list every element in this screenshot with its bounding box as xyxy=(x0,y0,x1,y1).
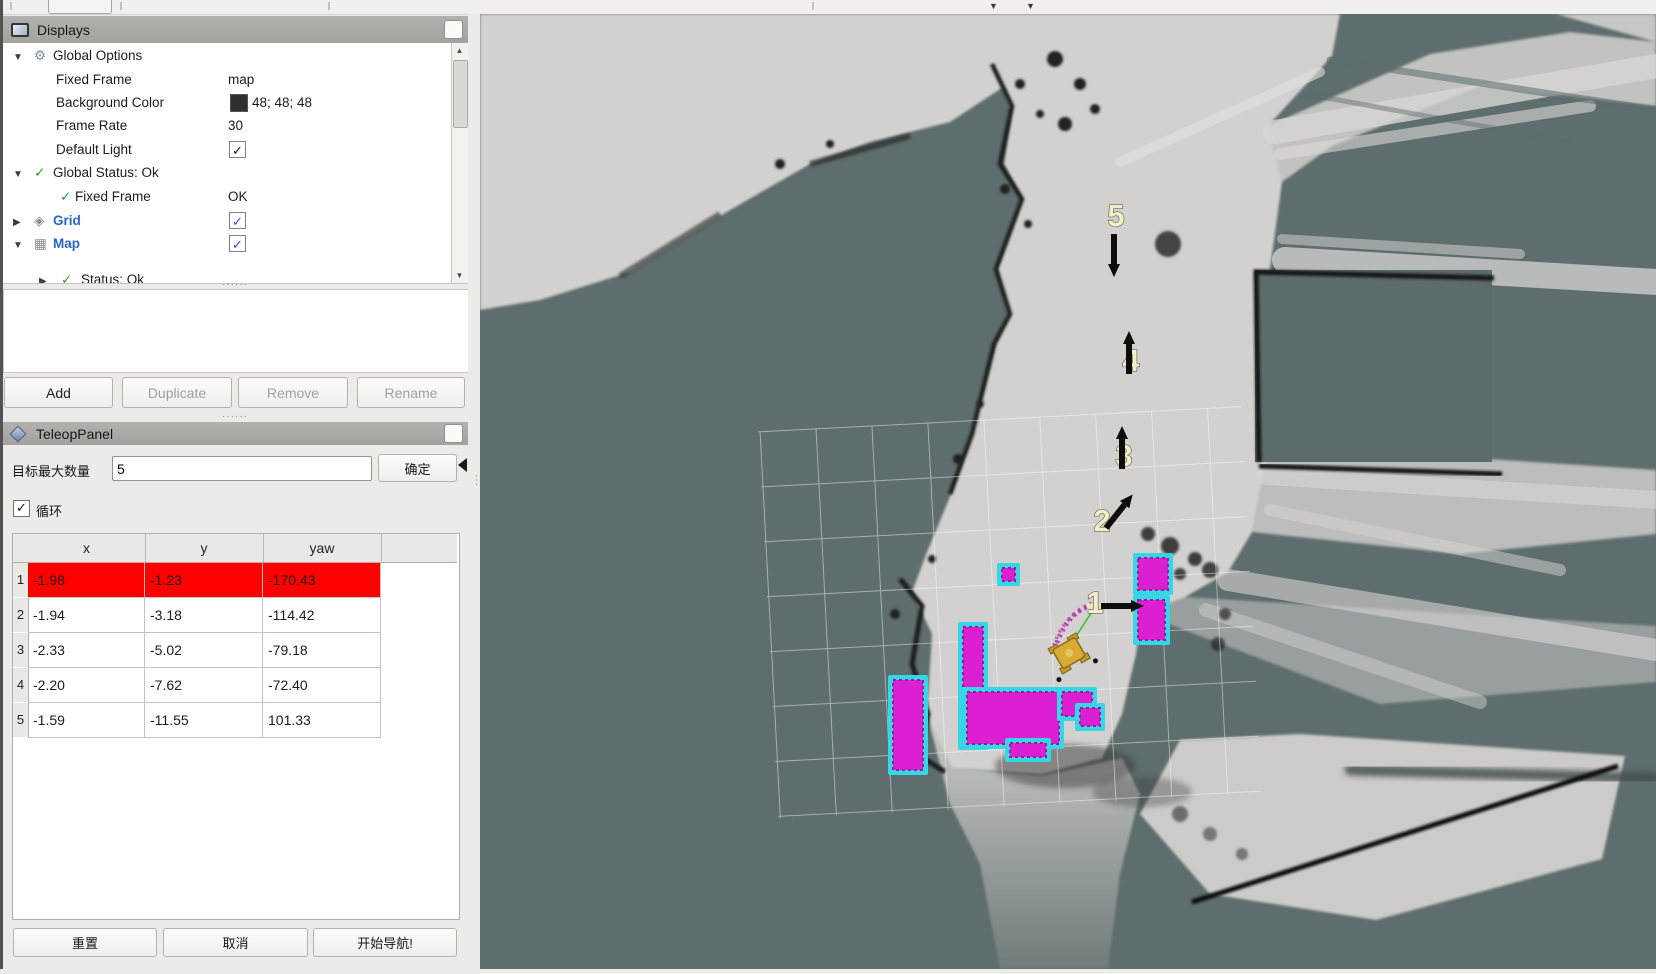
checkbox[interactable]: ✓ xyxy=(229,141,246,158)
add-button[interactable]: Add xyxy=(4,377,113,408)
cell-y[interactable]: -7.62 xyxy=(145,668,263,703)
column-header-yaw[interactable]: yaw xyxy=(263,534,382,562)
loop-checkbox[interactable]: ✓ xyxy=(13,500,30,517)
toolbar-icon xyxy=(10,2,12,10)
waypoint-number: 1 xyxy=(1086,585,1103,620)
tree-row-default-light[interactable]: Default Light ✓ xyxy=(3,138,448,162)
max-targets-input[interactable] xyxy=(112,456,372,481)
cell-y[interactable]: -5.02 xyxy=(145,633,263,668)
map-dark-fuzz xyxy=(1092,777,1192,807)
reset-button[interactable]: 重置 xyxy=(13,928,157,957)
teleop-panel-title: TeleopPanel xyxy=(36,426,113,442)
map-icon: ▦ xyxy=(34,235,47,253)
cell-x[interactable]: -2.33 xyxy=(28,633,145,668)
tree-row-grid[interactable]: ▶◈ Grid ✓ xyxy=(3,209,448,233)
loop-checkbox-label: 循环 xyxy=(36,501,62,520)
checkbox[interactable]: ✓ xyxy=(229,235,246,252)
toolbar-partial-button[interactable] xyxy=(48,0,112,14)
cell-x[interactable]: -1.59 xyxy=(28,703,145,738)
column-header-y[interactable]: y xyxy=(145,534,264,562)
row-number[interactable]: 4 xyxy=(13,668,29,702)
cell-y[interactable]: -3.18 xyxy=(145,598,263,633)
row-number[interactable]: 3 xyxy=(13,633,29,667)
displays-panel-title: Displays xyxy=(37,22,90,38)
map-enclosed-room xyxy=(1255,270,1502,474)
toolbar-separator xyxy=(120,2,122,10)
tree-row-global-status-ok[interactable]: ▼✓ Global Status: Ok xyxy=(3,161,448,185)
waypoint-number: 2 xyxy=(1093,503,1110,538)
toolbar-dropdown-icon[interactable]: ▼ xyxy=(1026,0,1035,13)
cell-x[interactable]: -1.98 xyxy=(28,563,145,598)
cell-yaw[interactable]: -170.43 xyxy=(263,563,381,598)
table-header[interactable]: xyyaw xyxy=(13,534,457,563)
duplicate-button: Duplicate xyxy=(122,377,232,408)
start-navigation-button[interactable]: 开始导航! xyxy=(313,928,457,957)
obstacle-cells xyxy=(967,692,1059,744)
expander-icon[interactable]: ▶ xyxy=(13,214,21,232)
cell-yaw[interactable]: 101.33 xyxy=(263,703,381,738)
scroll-down-icon[interactable]: ▼ xyxy=(452,268,467,283)
tree-row-global-options[interactable]: ▼⚙ Global Options xyxy=(3,44,448,68)
status-ok-icon: ✓ xyxy=(61,271,72,284)
displays-scrollbar[interactable]: ▲ ▼ xyxy=(451,43,468,283)
displays-tree[interactable]: ▼⚙ Global OptionsFixed FramemapBackgroun… xyxy=(3,43,468,284)
teleop-panel-icon xyxy=(10,425,27,442)
gear-icon: ⚙ xyxy=(34,47,46,65)
expander-icon[interactable]: ▼ xyxy=(13,166,23,184)
checkbox[interactable]: ✓ xyxy=(229,212,246,229)
obstacle-cells xyxy=(1080,708,1100,726)
cell-yaw[interactable]: -79.18 xyxy=(263,633,381,668)
toolbar: ▼ ▼ xyxy=(0,0,1656,15)
displays-panel-titlebar[interactable]: Displays xyxy=(3,16,468,43)
tree-row-map[interactable]: ▼▦ Map ✓ xyxy=(3,232,448,256)
map-canvas: 54321 xyxy=(480,14,1656,969)
collapse-left-icon[interactable] xyxy=(458,458,467,472)
status-ok-icon: ✓ xyxy=(60,188,71,206)
description-box xyxy=(3,289,469,373)
cell-y[interactable]: -11.55 xyxy=(145,703,263,738)
status-ok-icon: ✓ xyxy=(34,164,45,182)
confirm-button[interactable]: 确定 xyxy=(378,454,457,482)
toolbar-separator xyxy=(328,2,330,10)
expander-icon[interactable]: ▼ xyxy=(13,237,23,255)
rename-button: Rename xyxy=(357,377,465,408)
remove-button: Remove xyxy=(238,377,348,408)
tree-row-fixed-frame[interactable]: Fixed Framemap xyxy=(3,68,448,92)
displays-icon xyxy=(11,23,29,37)
scrollbar-thumb[interactable] xyxy=(453,60,468,128)
grid-icon: ◈ xyxy=(34,212,44,230)
toolbar-separator xyxy=(812,2,814,10)
render-view[interactable]: 54321 xyxy=(480,14,1656,969)
displays-float-button[interactable] xyxy=(444,20,463,39)
obstacle-cells xyxy=(1138,558,1168,590)
tree-row-background-color[interactable]: Background Color 48; 48; 48 xyxy=(3,91,448,115)
teleop-float-button[interactable] xyxy=(444,424,463,443)
max-targets-label: 目标最大数量 xyxy=(12,461,90,480)
expander-icon[interactable]: ▶ xyxy=(39,273,47,284)
cell-x[interactable]: -2.20 xyxy=(28,668,145,703)
obstacle-cells xyxy=(1002,568,1015,581)
cell-yaw[interactable]: -72.40 xyxy=(263,668,381,703)
scroll-up-icon[interactable]: ▲ xyxy=(452,43,467,58)
splitter-dots[interactable]: ······ xyxy=(222,411,248,422)
obstacle-cells xyxy=(1010,743,1046,757)
column-header-x[interactable]: x xyxy=(28,534,146,562)
row-number[interactable]: 1 xyxy=(13,563,29,597)
obstacle-cells xyxy=(893,680,923,770)
cancel-button[interactable]: 取消 xyxy=(163,928,308,957)
waypoint-number: 5 xyxy=(1107,198,1124,233)
cell-x[interactable]: -1.94 xyxy=(28,598,145,633)
row-number[interactable]: 5 xyxy=(13,703,29,737)
tree-row-frame-rate[interactable]: Frame Rate30 xyxy=(3,114,448,138)
toolbar-dropdown-icon[interactable]: ▼ xyxy=(989,0,998,13)
row-number[interactable]: 2 xyxy=(13,598,29,632)
cell-y[interactable]: -1.23 xyxy=(145,563,263,598)
expander-icon[interactable]: ▼ xyxy=(13,49,23,67)
tree-row-fixed-frame[interactable]: ✓ Fixed FrameOK xyxy=(3,185,448,209)
dock-splitter[interactable]: ··· xyxy=(468,14,480,969)
cell-yaw[interactable]: -114.42 xyxy=(263,598,381,633)
teleop-panel-titlebar[interactable]: TeleopPanel xyxy=(3,422,468,445)
waypoint-table[interactable]: xyyaw1-1.98-1.23-170.432-1.94-3.18-114.4… xyxy=(12,533,460,920)
color-swatch[interactable] xyxy=(230,94,248,112)
